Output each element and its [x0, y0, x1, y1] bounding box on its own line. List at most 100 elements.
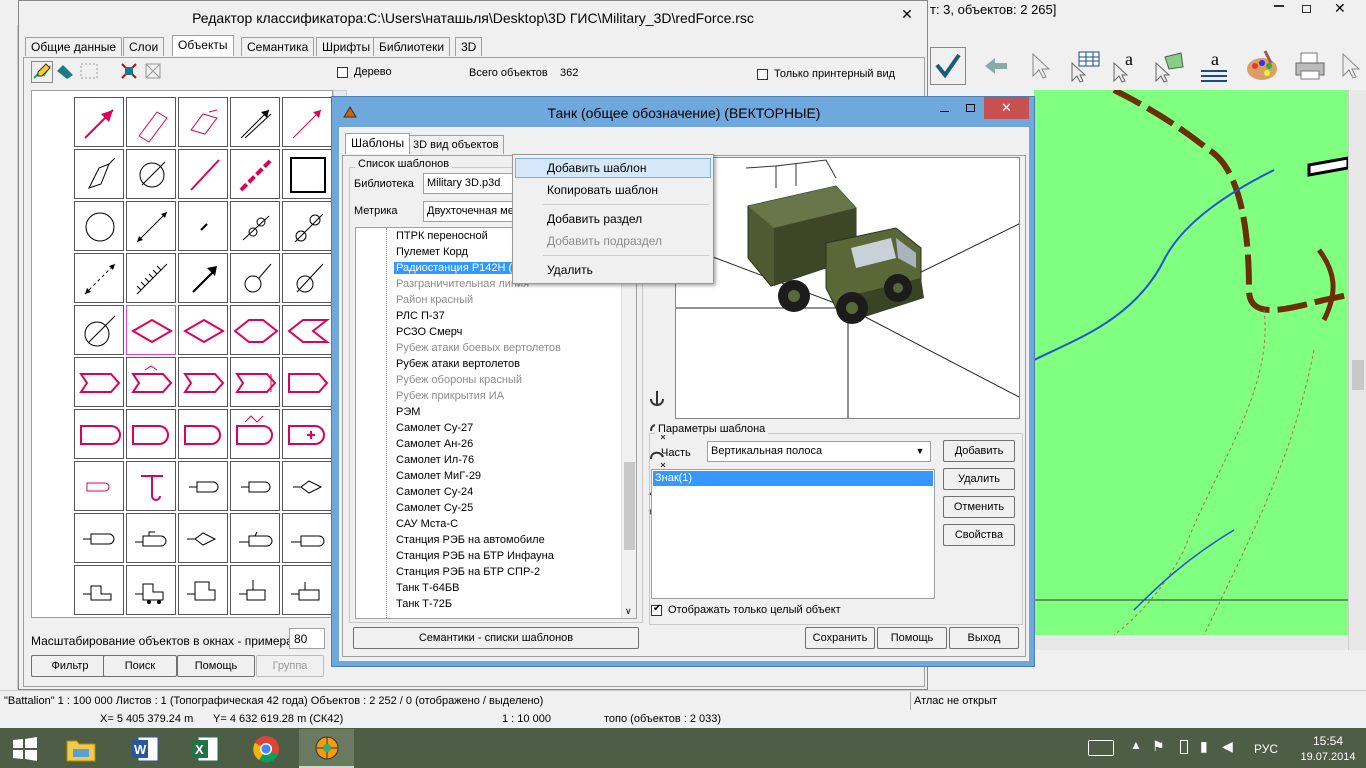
printer-only-checkbox[interactable]: Только принтерный вид [757, 68, 895, 80]
word-icon[interactable]: W [117, 729, 172, 768]
symbol-cell[interactable] [74, 149, 124, 199]
tree-item[interactable]: ПТРК переносной [396, 230, 488, 242]
symbol-cell[interactable] [74, 305, 124, 355]
symbol-cell[interactable] [74, 253, 124, 303]
symbol-cell[interactable] [230, 201, 280, 251]
add-button[interactable]: Добавить [943, 440, 1015, 462]
palette-icon[interactable] [1244, 47, 1280, 85]
tree-item[interactable]: Самолет МиГ-29 [396, 470, 481, 482]
tab-semantics[interactable]: Семантика [241, 37, 315, 56]
dialog-help-button[interactable]: Помощь [877, 627, 947, 649]
tree-item[interactable]: Рубеж атаки вертолетов [396, 358, 520, 370]
map-view[interactable] [1034, 90, 1348, 635]
tree-item[interactable]: РЭМ [396, 406, 420, 418]
scale-input[interactable]: 80 [289, 628, 325, 649]
tree-vscroll[interactable]: ∨ [621, 228, 636, 618]
tree-item[interactable]: Рубеж атаки боевых вертолетов [396, 342, 561, 354]
symbol-cell[interactable] [282, 97, 332, 147]
dialog-close-button[interactable]: ✕ [984, 97, 1029, 119]
symbol-cell[interactable] [178, 305, 228, 355]
template-tree[interactable]: ПТРК переносной Пулемет Корд Радиостанция … [355, 227, 637, 619]
dialog-maximize-button[interactable] [958, 99, 982, 119]
back-arrow-icon[interactable] [978, 47, 1014, 85]
symbol-cell[interactable] [178, 461, 228, 511]
symbol-cell[interactable] [282, 513, 332, 563]
chrome-icon[interactable] [238, 729, 293, 768]
symbol-cell[interactable] [282, 565, 332, 615]
symbol-cell[interactable] [126, 513, 176, 563]
pen-tool-icon[interactable] [31, 61, 53, 83]
symbol-cell[interactable] [126, 149, 176, 199]
part-list-item[interactable]: Знак(1) [653, 471, 933, 486]
cut-tool-icon[interactable] [119, 61, 141, 83]
symbol-cell[interactable] [230, 97, 280, 147]
anchor-down-icon[interactable] [647, 389, 667, 411]
tray-network-icon[interactable]: ▮ [1200, 738, 1208, 755]
tab-objects[interactable]: Объекты [172, 35, 234, 56]
part-list[interactable]: Знак(1) [651, 469, 935, 599]
close-icon[interactable]: ✕ [1334, 0, 1346, 17]
tree-item[interactable]: САУ Мста-С [396, 518, 458, 530]
tree-item[interactable]: РЛС П-37 [396, 310, 445, 322]
symbol-cell[interactable] [126, 565, 176, 615]
symbol-cell[interactable] [126, 461, 176, 511]
tree-item[interactable]: Рубеж обороны красный [396, 374, 522, 386]
tab-layers[interactable]: Слои [123, 37, 165, 56]
symbol-cell[interactable] [74, 565, 124, 615]
symbol-cell[interactable] [282, 305, 332, 355]
symbol-cell[interactable] [230, 253, 280, 303]
filter-button[interactable]: Фильтр [31, 655, 109, 677]
tree-item[interactable]: Самолет Су-24 [396, 486, 473, 498]
tab-templates[interactable]: Шаблоны [345, 133, 411, 154]
tab-libraries[interactable]: Библиотеки [373, 37, 451, 56]
tray-language[interactable]: РУС [1254, 742, 1278, 756]
start-button[interactable] [0, 729, 50, 768]
tray-expand-icon[interactable]: ▲ [1130, 738, 1142, 752]
save-button[interactable]: Сохранить [805, 627, 875, 649]
menu-delete[interactable]: Удалить [547, 263, 593, 277]
tree-item[interactable]: Самолет Су-25 [396, 502, 473, 514]
tree-item[interactable]: Самолет Ил-76 [396, 454, 474, 466]
metric-field[interactable]: Двухточечная ме [423, 201, 513, 222]
delete-button[interactable]: Удалить [943, 468, 1015, 490]
tree-item[interactable]: Пулемет Корд [396, 246, 468, 258]
classifier-close-button[interactable]: ✕ [893, 5, 921, 23]
tree-item[interactable]: Самолет Су-27 [396, 422, 473, 434]
tree-item[interactable]: Рубеж прикрытия ИА [396, 390, 504, 402]
menu-copy-template[interactable]: Копировать шаблон [547, 183, 658, 197]
check-icon[interactable] [930, 47, 966, 85]
tree-checkbox[interactable]: Дерево [337, 66, 392, 78]
tree-item[interactable]: Танк Т-64БВ [396, 582, 459, 594]
printer-icon[interactable] [1292, 47, 1328, 85]
symbol-cell[interactable] [230, 513, 280, 563]
symbol-cell[interactable] [178, 409, 228, 459]
symbol-cell[interactable] [282, 253, 332, 303]
symbol-cell[interactable] [126, 97, 176, 147]
menu-add-template[interactable]: Добавить шаблон [547, 161, 646, 175]
map-vscroll[interactable] [1348, 90, 1366, 650]
minimize-icon[interactable] [1274, 5, 1284, 7]
symbol-cell[interactable] [230, 565, 280, 615]
part-select[interactable]: Вертикальная полоса ▼ [707, 441, 931, 462]
tree-item[interactable]: Разграничительная линия [396, 278, 529, 290]
explorer-icon[interactable] [53, 729, 108, 768]
symbol-cell[interactable] [178, 201, 228, 251]
select-text-icon[interactable]: a [1110, 47, 1146, 85]
symbol-cell[interactable] [230, 461, 280, 511]
tree-item[interactable]: Район красный [396, 294, 473, 306]
select-table-icon[interactable] [1068, 47, 1104, 85]
tree-item[interactable]: Самолет Ан-26 [396, 438, 473, 450]
pointer-icon-2[interactable] [1336, 47, 1364, 85]
map-hscroll[interactable] [1034, 635, 1348, 650]
symbol-cell[interactable] [230, 357, 280, 407]
menu-add-section[interactable]: Добавить раздел [547, 212, 642, 226]
excel-icon[interactable]: X [177, 729, 232, 768]
grid-tool-icon[interactable] [79, 61, 101, 83]
symbol-cell[interactable] [230, 149, 280, 199]
symbol-cell[interactable] [126, 409, 176, 459]
symbol-cell[interactable] [126, 253, 176, 303]
text-list-icon[interactable]: a [1196, 47, 1232, 85]
tray-keyboard-icon[interactable] [1088, 740, 1114, 756]
tray-flag-icon[interactable]: ⚑ [1152, 738, 1165, 755]
symbol-cell[interactable] [74, 357, 124, 407]
